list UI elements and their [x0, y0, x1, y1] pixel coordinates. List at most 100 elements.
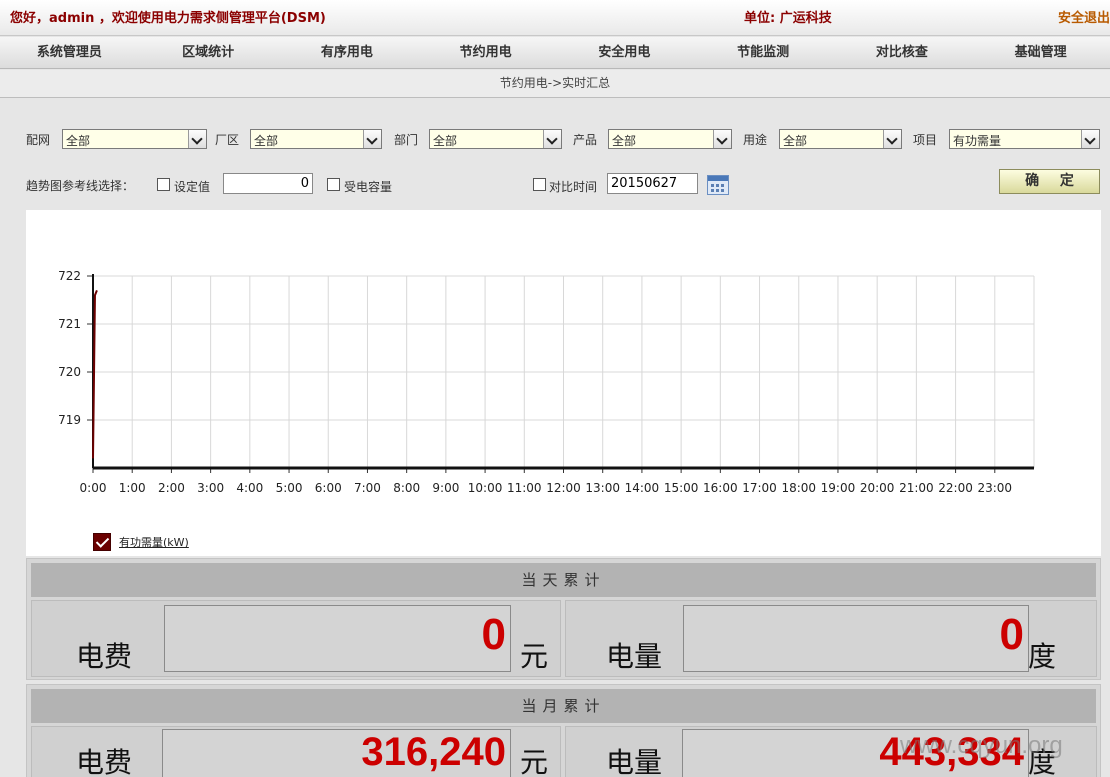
- x-tick-label: 16:00: [703, 481, 738, 495]
- x-tick-label: 10:00: [468, 481, 503, 495]
- capacity-label: 受电容量: [344, 180, 393, 194]
- setpoint-label: 设定值: [174, 180, 211, 194]
- x-tick-label: 9:00: [432, 481, 459, 495]
- today-energy-box: 0: [683, 605, 1029, 672]
- y-tick-label: 719: [58, 413, 81, 427]
- today-fee-box: 0: [164, 605, 511, 672]
- item-label: 项目: [913, 133, 938, 147]
- chevron-down-icon: [543, 130, 561, 148]
- month-energy-label: 电量: [606, 746, 663, 777]
- today-energy-cell: 电量 0 度: [565, 600, 1097, 677]
- dept-select[interactable]: 全部: [429, 129, 562, 149]
- nav-item-orderly-power[interactable]: 有序用电: [278, 37, 417, 68]
- calendar-icon[interactable]: [707, 175, 729, 195]
- legend-label[interactable]: 有功需量(kW): [119, 534, 189, 550]
- plant-select-value: 全部: [254, 134, 279, 148]
- dept-label: 部门: [394, 133, 419, 147]
- capacity-checkbox[interactable]: [327, 178, 340, 191]
- item-select[interactable]: 有功需量: [949, 129, 1100, 149]
- x-tick-label: 22:00: [938, 481, 973, 495]
- y-tick-label: 722: [58, 269, 81, 283]
- today-fee-unit: 元: [520, 640, 549, 673]
- trend-chart: 719 720 721 722 0:00 1:00 2:00 3:00 4:00 5:00 6:00…: [26, 210, 1101, 556]
- y-tick-label: 720: [58, 365, 81, 379]
- legend-checkbox[interactable]: [93, 533, 111, 551]
- x-tick-label: 1:00: [119, 481, 146, 495]
- nav-item-energy-monitor[interactable]: 节能监测: [694, 37, 833, 68]
- today-energy-value: 0: [999, 610, 1024, 659]
- compare-time-label: 对比时间: [549, 180, 598, 194]
- setpoint-checkbox[interactable]: [157, 178, 170, 191]
- x-tick-label: 14:00: [625, 481, 660, 495]
- nav-item-base-manage[interactable]: 基础管理: [971, 37, 1110, 68]
- x-tick-label: 20:00: [860, 481, 895, 495]
- grid-select-value: 全部: [66, 134, 91, 148]
- today-fee-value: 0: [481, 610, 506, 659]
- nav-item-compare-check[interactable]: 对比核查: [833, 37, 972, 68]
- x-tick-label: 23:00: [977, 481, 1012, 495]
- main-nav: 系统管理员 区域统计 有序用电 节约用电 安全用电 节能监测 对比核查 基础管理: [0, 37, 1110, 69]
- usage-label: 用途: [743, 133, 768, 147]
- today-fee-label: 电费: [76, 640, 133, 673]
- x-tick-label: 7:00: [354, 481, 381, 495]
- x-tick-label: 3:00: [197, 481, 224, 495]
- month-fee-cell: 电费 316,240 元: [31, 726, 561, 777]
- month-summary: 当月累计 电费 316,240 元 电量 443,334 度: [26, 684, 1101, 777]
- nav-item-saving-power[interactable]: 节约用电: [416, 37, 555, 68]
- x-tick-label: 6:00: [315, 481, 342, 495]
- chevron-down-icon: [713, 130, 731, 148]
- compare-date-box: [607, 173, 698, 194]
- grid-label: 配网: [26, 133, 51, 147]
- chevron-down-icon: [188, 130, 206, 148]
- x-tick-label: 13:00: [585, 481, 620, 495]
- watermark-text: www.cqyun.org: [900, 732, 1063, 759]
- x-tick-label: 0:00: [80, 481, 107, 495]
- grid-select[interactable]: 全部: [62, 129, 207, 149]
- plant-select[interactable]: 全部: [250, 129, 382, 149]
- product-select-value: 全部: [612, 134, 637, 148]
- setpoint-input[interactable]: [224, 174, 312, 193]
- x-tick-label: 4:00: [236, 481, 263, 495]
- month-fee-value: 316,240: [361, 730, 506, 774]
- x-tick-label: 19:00: [821, 481, 856, 495]
- nav-item-system-admin[interactable]: 系统管理员: [0, 37, 139, 68]
- confirm-button[interactable]: 确 定: [999, 169, 1100, 194]
- compare-time-checkbox[interactable]: [533, 178, 546, 191]
- month-fee-box: 316,240: [162, 729, 511, 777]
- x-tick-label: 8:00: [393, 481, 420, 495]
- top-bar: 您好，admin ，欢迎使用电力需求侧管理平台(DSM) 单位: 广运科技 安全…: [0, 0, 1110, 36]
- breadcrumb: 节约用电->实时汇总: [0, 70, 1110, 98]
- today-energy-label: 电量: [606, 640, 663, 673]
- x-tick-label: 12:00: [546, 481, 581, 495]
- nav-item-safe-power[interactable]: 安全用电: [555, 37, 694, 68]
- compare-date-input[interactable]: [608, 174, 697, 193]
- x-tick-label: 15:00: [664, 481, 699, 495]
- item-select-value: 有功需量: [953, 134, 1002, 148]
- today-summary: 当天累计 电费 0 元 电量 0 度: [26, 558, 1101, 680]
- chevron-down-icon: [883, 130, 901, 148]
- x-tick-label: 5:00: [276, 481, 303, 495]
- setpoint-input-box: [223, 173, 313, 194]
- x-tick-label: 11:00: [507, 481, 542, 495]
- x-tick-label: 18:00: [781, 481, 816, 495]
- month-fee-unit: 元: [520, 746, 549, 777]
- chevron-down-icon: [363, 130, 381, 148]
- product-select[interactable]: 全部: [608, 129, 732, 149]
- dept-select-value: 全部: [433, 134, 458, 148]
- today-summary-title: 当天累计: [31, 563, 1096, 597]
- greeting-text: 您好，admin ，欢迎使用电力需求侧管理平台(DSM): [10, 11, 326, 26]
- unit-text: 单位: 广运科技: [744, 11, 832, 26]
- usage-select[interactable]: 全部: [779, 129, 902, 149]
- chevron-down-icon: [1081, 130, 1099, 148]
- trend-chart-svg: 719 720 721 722 0:00 1:00 2:00 3:00 4:00 5:00 6:00…: [58, 269, 1035, 495]
- month-fee-label: 电费: [76, 746, 133, 777]
- usage-select-value: 全部: [783, 134, 808, 148]
- logout-link[interactable]: 安全退出: [1058, 7, 1110, 26]
- month-summary-title: 当月累计: [31, 689, 1096, 723]
- nav-item-region-stats[interactable]: 区域统计: [139, 37, 278, 68]
- reference-line-label: 趋势图参考线选择：: [26, 179, 135, 193]
- today-energy-unit: 度: [1028, 640, 1057, 673]
- x-tick-label: 17:00: [742, 481, 777, 495]
- today-fee-cell: 电费 0 元: [31, 600, 561, 677]
- plant-label: 厂区: [215, 133, 240, 147]
